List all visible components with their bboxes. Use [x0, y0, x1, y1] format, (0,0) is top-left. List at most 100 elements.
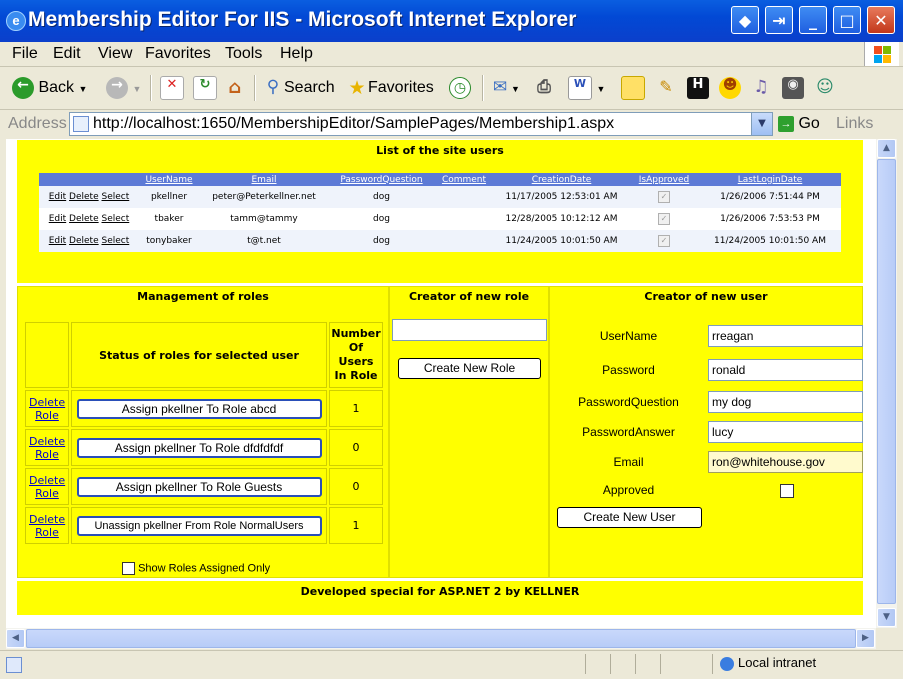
menu-favorites[interactable]: Favorites: [145, 45, 211, 63]
email-field[interactable]: ron@whitehouse.gov: [708, 451, 863, 473]
vertical-scrollbar[interactable]: ▲ ▼: [876, 139, 897, 628]
edit-link[interactable]: Edit: [49, 192, 66, 202]
show-assigned-checkbox[interactable]: [122, 562, 135, 575]
favorites-button[interactable]: ★ Favorites: [346, 75, 433, 101]
new-role-title: Creator of new role: [408, 290, 530, 303]
table-row: Edit Delete Select tonybaker t@t.net dog…: [39, 230, 841, 252]
delete-link[interactable]: Delete: [69, 214, 99, 224]
assign-role-button[interactable]: Assign pkellner To Role abcd: [76, 398, 322, 419]
delete-link[interactable]: Delete: [69, 192, 99, 202]
security-zone: Local intranet: [720, 655, 816, 671]
delete-link[interactable]: Delete: [69, 236, 99, 246]
links-button[interactable]: Links: [836, 115, 873, 133]
col-username[interactable]: UserName: [139, 173, 199, 186]
show-assigned-only[interactable]: Show Roles Assigned Only: [122, 562, 270, 575]
scroll-down-icon[interactable]: ▼: [877, 608, 896, 627]
create-new-role-button[interactable]: Create New Role: [398, 358, 541, 379]
edit-word-button[interactable]: W ▼: [568, 75, 605, 101]
restore-tabs-icon[interactable]: ◆: [731, 6, 759, 34]
messenger-button[interactable]: ☺: [814, 75, 836, 101]
horizontal-scroll-thumb[interactable]: [26, 629, 856, 648]
print-button[interactable]: ⎙: [533, 75, 555, 101]
passwordanswer-field[interactable]: lucy: [708, 421, 863, 443]
research-button[interactable]: ✎: [655, 75, 677, 101]
minimize-button[interactable]: _: [799, 6, 827, 34]
select-link[interactable]: Select: [102, 192, 130, 202]
smiley-button[interactable]: ☻: [719, 75, 741, 101]
address-dropdown-icon[interactable]: ▼: [751, 113, 772, 135]
close-button[interactable]: ✕: [867, 6, 895, 34]
col-lastlogindate[interactable]: LastLoginDate: [699, 173, 841, 186]
menu-tools[interactable]: Tools: [225, 45, 262, 63]
media-button[interactable]: ♫: [750, 75, 772, 101]
new-role-input[interactable]: [392, 319, 547, 341]
cell-email: t@t.net: [199, 230, 329, 252]
address-url[interactable]: http://localhost:1650/MembershipEditor/S…: [93, 115, 614, 133]
stop-button[interactable]: ✕: [160, 75, 184, 101]
delete-role-link[interactable]: Delete Role: [29, 513, 65, 539]
col-creationdate[interactable]: CreationDate: [494, 173, 629, 186]
back-button[interactable]: ← Back ▼: [12, 75, 87, 101]
messenger-h-button[interactable]: H: [687, 75, 709, 101]
smiley-icon: ☻: [719, 76, 741, 99]
unassign-role-button[interactable]: Unassign pkellner From Role NormalUsers: [76, 515, 322, 536]
password-field[interactable]: ronald: [708, 359, 863, 381]
new-user-panel: Creator of new user UserName rreagan Pas…: [549, 286, 863, 578]
col-passwordquestion[interactable]: PasswordQuestion: [329, 173, 434, 186]
roles-table: Status of roles for selected user Number…: [23, 320, 385, 546]
edit-link[interactable]: Edit: [49, 214, 66, 224]
menu-view[interactable]: View: [98, 45, 132, 63]
select-link[interactable]: Select: [102, 214, 130, 224]
title-bar[interactable]: e Membership Editor For IIS - Microsoft …: [0, 0, 903, 42]
assign-role-button[interactable]: Assign pkellner To Role Guests: [76, 476, 322, 497]
passwordquestion-field[interactable]: my dog: [708, 391, 863, 413]
address-bar: Address http://localhost:1650/Membership…: [0, 110, 903, 138]
search-button[interactable]: ⚲ Search: [262, 75, 335, 101]
col-isapproved[interactable]: IsApproved: [629, 173, 699, 186]
address-input[interactable]: http://localhost:1650/MembershipEditor/S…: [69, 112, 773, 136]
create-new-user-button[interactable]: Create New User: [557, 507, 702, 528]
go-button[interactable]: → Go: [778, 115, 820, 133]
cell-lastlogin: 11/24/2005 10:01:50 AM: [699, 230, 841, 252]
browser-window: e Membership Editor For IIS - Microsoft …: [0, 0, 903, 679]
approved-checkbox: ✓: [658, 191, 670, 203]
history-button[interactable]: ◷: [449, 75, 471, 101]
page-viewport: List of the site users UserName Email Pa…: [6, 139, 876, 628]
horizontal-scrollbar[interactable]: ◀ ▶: [6, 628, 876, 649]
cell-question: dog: [329, 208, 434, 230]
scroll-up-icon[interactable]: ▲: [877, 139, 896, 158]
scroll-right-icon[interactable]: ▶: [856, 629, 875, 648]
col-email[interactable]: Email: [199, 173, 329, 186]
menu-edit[interactable]: Edit: [53, 45, 81, 63]
word-icon: W: [568, 75, 592, 100]
refresh-button[interactable]: ↻: [193, 75, 217, 101]
username-label: UserName: [599, 329, 658, 343]
menu-file[interactable]: File: [12, 45, 38, 63]
username-field[interactable]: rreagan: [708, 325, 863, 347]
ie-logo-icon: e: [6, 11, 26, 31]
camera-button[interactable]: ◉: [782, 75, 804, 101]
roles-panel: Management of roles Status of roles for …: [17, 286, 389, 578]
maximize-button[interactable]: □: [833, 6, 861, 34]
cell-email: peter@Peterkellner.net: [199, 186, 329, 208]
scroll-left-icon[interactable]: ◀: [6, 629, 25, 648]
menu-help[interactable]: Help: [280, 45, 313, 63]
switch-window-icon[interactable]: ⇥: [765, 6, 793, 34]
home-button[interactable]: ⌂: [224, 75, 246, 101]
select-link[interactable]: Select: [102, 236, 130, 246]
approved-checkbox[interactable]: [780, 484, 794, 498]
forward-button[interactable]: → ▼: [106, 75, 141, 101]
delete-role-link[interactable]: Delete Role: [29, 474, 65, 500]
assign-role-button[interactable]: Assign pkellner To Role dfdfdfdf: [76, 437, 322, 458]
mail-icon: ✉: [492, 76, 508, 97]
notes-button[interactable]: [621, 75, 645, 101]
cell-created: 11/17/2005 12:53:01 AM: [494, 186, 629, 208]
roles-title: Management of roles: [137, 290, 269, 303]
col-comment[interactable]: Comment: [434, 173, 494, 186]
mail-button[interactable]: ✉ ▼: [489, 75, 520, 101]
vertical-scroll-thumb[interactable]: [877, 159, 896, 604]
delete-role-link[interactable]: Delete Role: [29, 435, 65, 461]
delete-role-link[interactable]: Delete Role: [29, 396, 65, 422]
windows-flag-icon: [864, 42, 899, 66]
edit-link[interactable]: Edit: [49, 236, 66, 246]
